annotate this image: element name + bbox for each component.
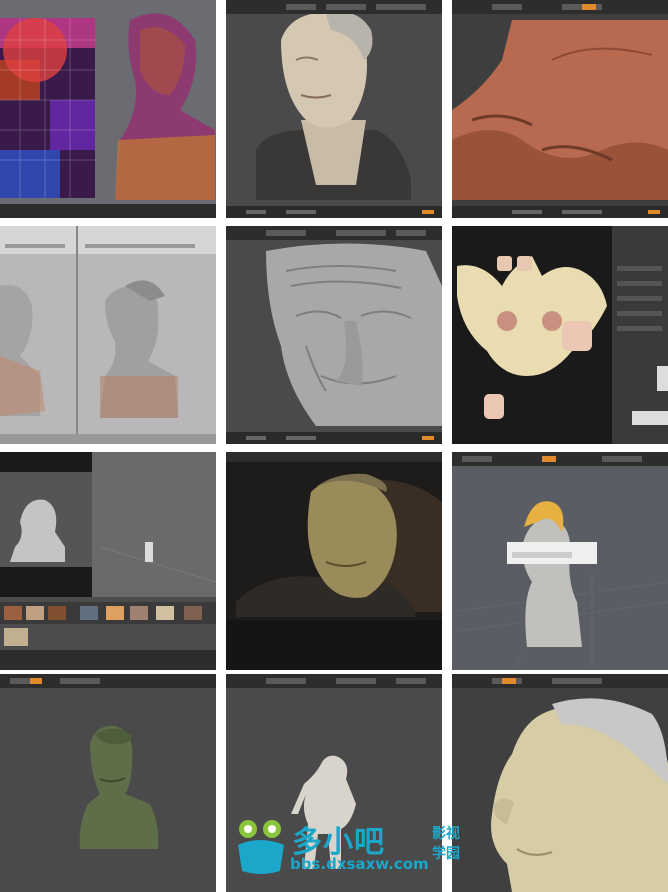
gallery-tile-old-man-bust[interactable] [226,0,442,218]
sculpt-viewport [452,14,668,206]
watermark-sub-text: 影视学园 [432,826,460,862]
toolbar [452,674,668,688]
frog-logo-icon [238,820,284,874]
toolbar [452,452,668,466]
toolbar [226,0,442,14]
gallery-tile-skin-closeup[interactable] [452,0,668,218]
sculpt-viewport [226,11,442,206]
toolbar [452,0,668,14]
status-bar [226,432,442,444]
watermark: 多小吧 影视学园 bbs.dxsaxw.com [232,815,472,879]
gallery-tile-reference-scene[interactable] [0,452,216,670]
scene-viewport [0,452,216,670]
toolbar [0,674,216,688]
gallery-tile-green-bust[interactable] [0,674,216,892]
sculpt-viewport [452,688,668,892]
status-bar [226,206,442,218]
toolbar [226,226,442,240]
gallery-tile-dual-viewport[interactable] [0,226,216,444]
watermark-url: bbs.dxsaxw.com [290,855,429,873]
sculpt-viewport [0,688,216,892]
uv-texture-viewport [0,0,216,218]
toolbar [226,674,442,688]
dual-viewport [0,226,216,444]
gallery-tile-uv-texture[interactable] [0,0,216,218]
render-viewport [226,452,442,670]
sculpt-viewport [226,240,442,432]
gallery-tile-elderly-profile[interactable] [452,674,668,892]
gallery-tile-uv-skin-map[interactable] [452,226,668,444]
status-bar [452,206,668,218]
uv-editor [452,226,668,444]
gallery-tile-hair-dialog[interactable] [452,452,668,670]
gallery-tile-lit-render[interactable] [226,452,442,670]
sculpt-viewport [452,466,668,670]
gallery-tile-wrinkled-face[interactable] [226,226,442,444]
